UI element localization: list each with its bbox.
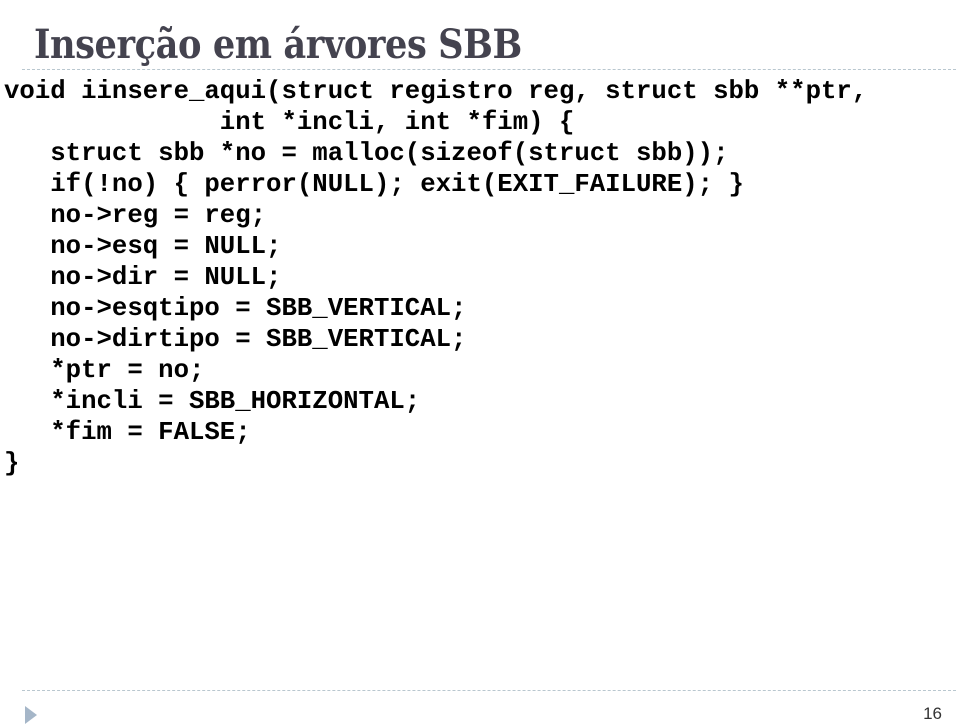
code-line: *fim = FALSE; <box>4 418 251 447</box>
code-line: void iinsere_aqui(struct registro reg, s… <box>4 77 868 106</box>
slide-title: Inserção em árvores SBB <box>34 20 522 68</box>
code-line: no->dir = NULL; <box>4 263 282 292</box>
footer-divider <box>22 690 956 691</box>
code-line: if(!no) { perror(NULL); exit(EXIT_FAILUR… <box>4 170 744 199</box>
triangle-right-icon <box>25 706 37 724</box>
code-line: no->dirtipo = SBB_VERTICAL; <box>4 325 467 354</box>
code-line: } <box>4 449 20 478</box>
code-line: *incli = SBB_HORIZONTAL; <box>4 387 421 416</box>
code-line: no->reg = reg; <box>4 201 267 230</box>
code-line: *ptr = no; <box>4 356 205 385</box>
code-line: no->esq = NULL; <box>4 232 282 261</box>
slide-number: 16 <box>923 704 942 723</box>
code-line: struct sbb *no = malloc(sizeof(struct sb… <box>4 139 729 168</box>
code-line: int *incli, int *fim) { <box>4 108 575 137</box>
code-block: void iinsere_aqui(struct registro reg, s… <box>4 76 867 479</box>
title-divider <box>22 69 956 70</box>
code-line: no->esqtipo = SBB_VERTICAL; <box>4 294 467 323</box>
